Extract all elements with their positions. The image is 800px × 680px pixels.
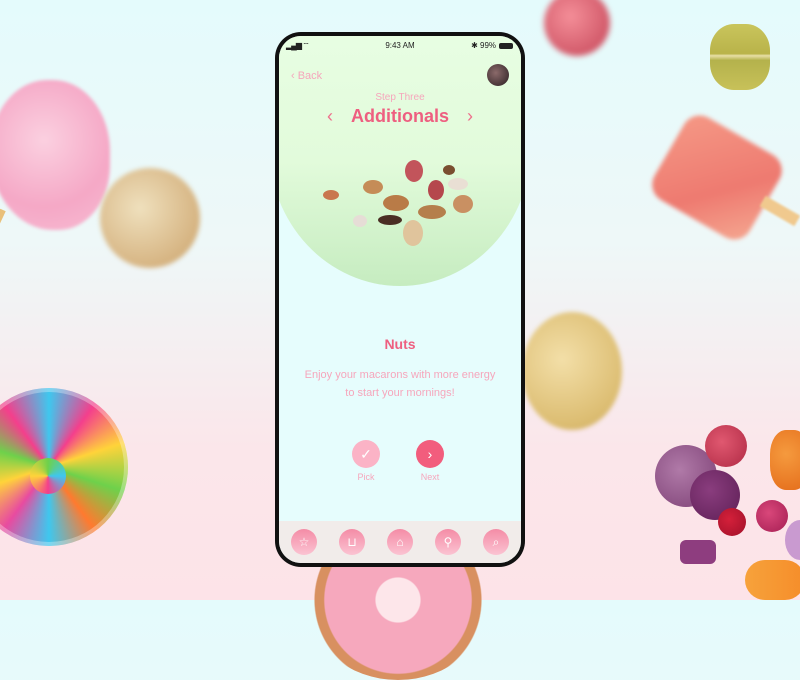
gummy-candy xyxy=(756,500,788,532)
macaron-image xyxy=(710,24,770,90)
avatar[interactable] xyxy=(487,64,509,86)
step-label: Step Three xyxy=(375,92,425,103)
location-pin-icon: ⚲ xyxy=(443,535,453,549)
candy-ball-image-2 xyxy=(522,312,622,430)
gumball-image xyxy=(544,0,610,56)
tab-basket[interactable]: ⊔ xyxy=(339,529,365,555)
pick-button[interactable]: ✓ xyxy=(352,440,380,468)
tab-favorites[interactable]: ☆ xyxy=(291,529,317,555)
phone-frame: ▂▄▆ ⌔ 9:43 AM ✱ 99% ‹ Back Step Three ‹ … xyxy=(275,32,525,567)
lollipop-center xyxy=(30,458,66,494)
next-category-button[interactable]: › xyxy=(467,106,473,127)
tab-bar: ☆ ⊔ ⌂ ⚲ ⌕ xyxy=(279,521,521,563)
popsicle-stick xyxy=(759,195,800,227)
search-icon: ⌕ xyxy=(492,535,500,549)
item-description: Enjoy your macarons with more energy to … xyxy=(304,369,496,399)
status-bar: ▂▄▆ ⌔ 9:43 AM ✱ 99% xyxy=(279,36,521,54)
battery-text: ✱ 99% xyxy=(471,41,496,50)
pick-label: Pick xyxy=(357,472,375,482)
chevron-right-icon: › xyxy=(427,446,433,462)
popsicle-image xyxy=(645,108,789,247)
page-title: Additionals xyxy=(351,106,449,126)
gummy-candy xyxy=(680,540,716,564)
cotton-candy-stick xyxy=(0,208,6,275)
battery-indicator: ✱ 99% xyxy=(471,41,513,50)
cotton-candy-image xyxy=(0,80,110,230)
battery-icon xyxy=(499,42,513,49)
next-button[interactable]: › xyxy=(416,440,444,468)
gummy-candy xyxy=(770,430,800,490)
basket-icon: ⊔ xyxy=(347,535,357,549)
tab-location[interactable]: ⚲ xyxy=(435,529,461,555)
home-icon: ⌂ xyxy=(396,535,404,549)
star-icon: ☆ xyxy=(298,535,310,549)
nuts-image xyxy=(323,160,473,260)
gummy-candy xyxy=(718,508,746,536)
gummy-candy xyxy=(785,520,800,560)
gummy-candy xyxy=(705,425,747,467)
tab-search[interactable]: ⌕ xyxy=(483,529,509,555)
next-label: Next xyxy=(420,472,440,482)
gummy-candy xyxy=(745,560,800,600)
phone-screen: ▂▄▆ ⌔ 9:43 AM ✱ 99% ‹ Back Step Three ‹ … xyxy=(279,36,521,563)
tab-home[interactable]: ⌂ xyxy=(387,529,413,555)
item-name: Nuts xyxy=(384,336,416,352)
candy-ball-image xyxy=(100,168,200,268)
back-button[interactable]: ‹ Back xyxy=(291,70,322,82)
check-icon: ✓ xyxy=(360,446,372,462)
